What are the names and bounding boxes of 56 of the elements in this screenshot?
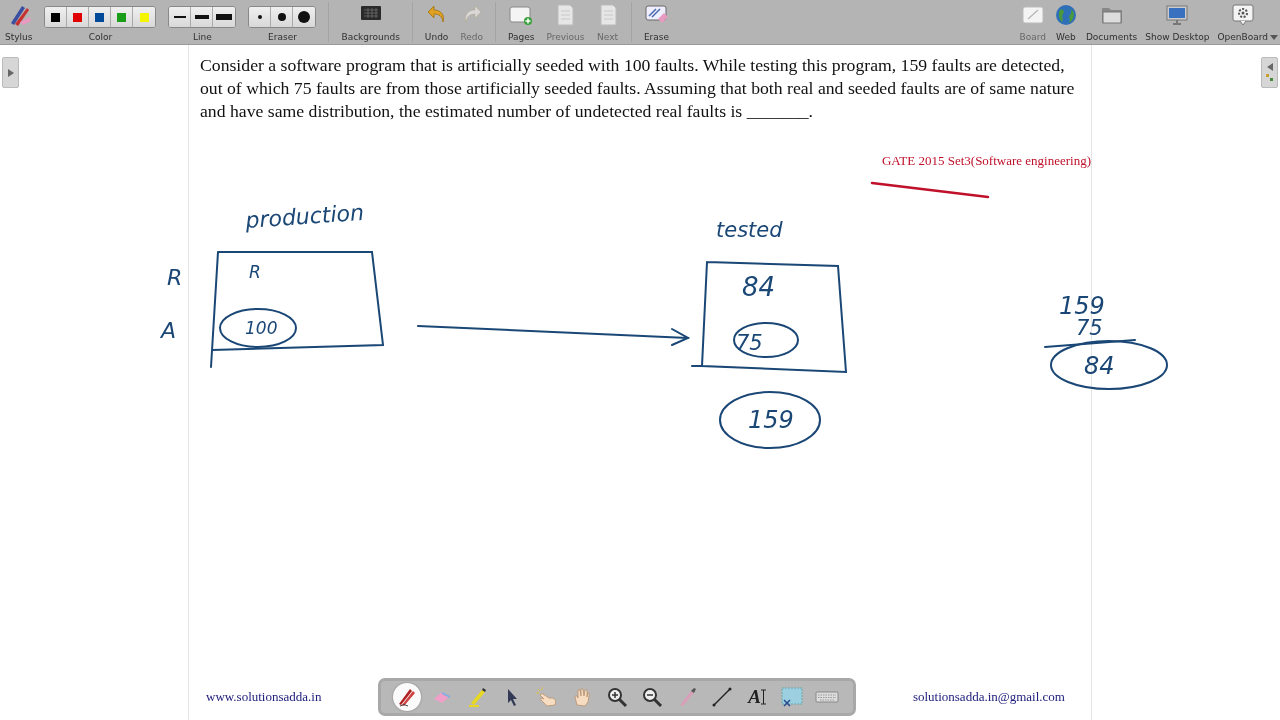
erase-button[interactable]: Erase	[641, 0, 672, 44]
handwritten-text: 84	[1084, 352, 1115, 380]
line-width-button[interactable]	[191, 7, 214, 27]
ink-circle	[733, 322, 799, 358]
question-text: Consider a software program that is artificially seeded with 100 faults. While testing this program, 159 faults are detected, out of which 75 faults are from those artificially seeded faults. Assuming that both real and seeded faults are of same nature and have same distribution, the estimated number of undetected real faults is _______.	[200, 54, 1076, 123]
text-cursor-icon	[761, 689, 766, 705]
side-panel-handle[interactable]	[2, 57, 19, 88]
color-swatch[interactable]	[45, 7, 68, 27]
handwritten-text: 100	[245, 318, 278, 338]
handwritten-text: production	[244, 199, 365, 233]
eraser-size-button[interactable]	[271, 7, 294, 27]
website-text: www.solutionsadda.in	[206, 689, 322, 705]
line-width-button[interactable]	[213, 7, 236, 27]
zoom-out-icon	[641, 686, 664, 708]
source-label: GATE 2015 Set3(Software engineering)	[881, 153, 1091, 169]
gear-icon	[1229, 3, 1256, 27]
undo-button[interactable]: Undo	[422, 0, 451, 44]
group-label: Line	[193, 32, 212, 42]
desktop-button[interactable]: Show Desktop	[1143, 0, 1212, 44]
handwritten-text: 75	[736, 331, 763, 355]
handwritten-text: 84	[742, 272, 776, 302]
handwritten-text: R	[249, 262, 261, 282]
screen-capture-icon	[780, 686, 805, 708]
pen-tool[interactable]	[393, 683, 422, 711]
handwritten-text: A	[161, 318, 177, 343]
color-swatch[interactable]	[67, 7, 90, 27]
line-width-button[interactable]	[169, 7, 192, 27]
eraser-size-button[interactable]	[293, 7, 316, 27]
openboard-button[interactable]: OpenBoard	[1215, 0, 1270, 44]
web-button[interactable]: Web	[1051, 0, 1080, 44]
stylus-button[interactable]: Stylus	[3, 0, 35, 44]
pages-button[interactable]: Pages	[506, 0, 537, 44]
globe-icon	[1053, 3, 1078, 27]
eraser-size-button[interactable]	[249, 7, 272, 27]
dropdown-icon[interactable]	[1270, 35, 1278, 40]
text-tool[interactable]: A	[743, 683, 772, 711]
group-label: Eraser	[268, 32, 297, 42]
highlighter-icon	[466, 686, 489, 708]
email-text: solutionsadda.in@gmail.com	[912, 689, 1065, 705]
keyboard-icon	[815, 690, 840, 704]
group-label: Color	[88, 32, 113, 42]
text-tool-glyph: A	[748, 686, 761, 708]
handwritten-text: 159	[748, 406, 794, 434]
add-page-icon	[508, 3, 535, 27]
backgrounds-button[interactable]: Backgrounds	[339, 0, 402, 44]
color-swatch[interactable]	[89, 7, 112, 27]
monitor-icon	[1164, 3, 1191, 27]
documents-button[interactable]: Documents	[1083, 0, 1140, 44]
cursor-icon	[505, 687, 520, 707]
handwritten-text: R	[167, 265, 183, 290]
side-panel-handle[interactable]	[1261, 57, 1278, 88]
color-swatch[interactable]	[111, 7, 134, 27]
handwritten-text: tested	[716, 218, 783, 242]
line-icon	[711, 686, 734, 708]
color-swatch[interactable]	[133, 7, 156, 27]
zoom-in-icon	[606, 686, 629, 708]
